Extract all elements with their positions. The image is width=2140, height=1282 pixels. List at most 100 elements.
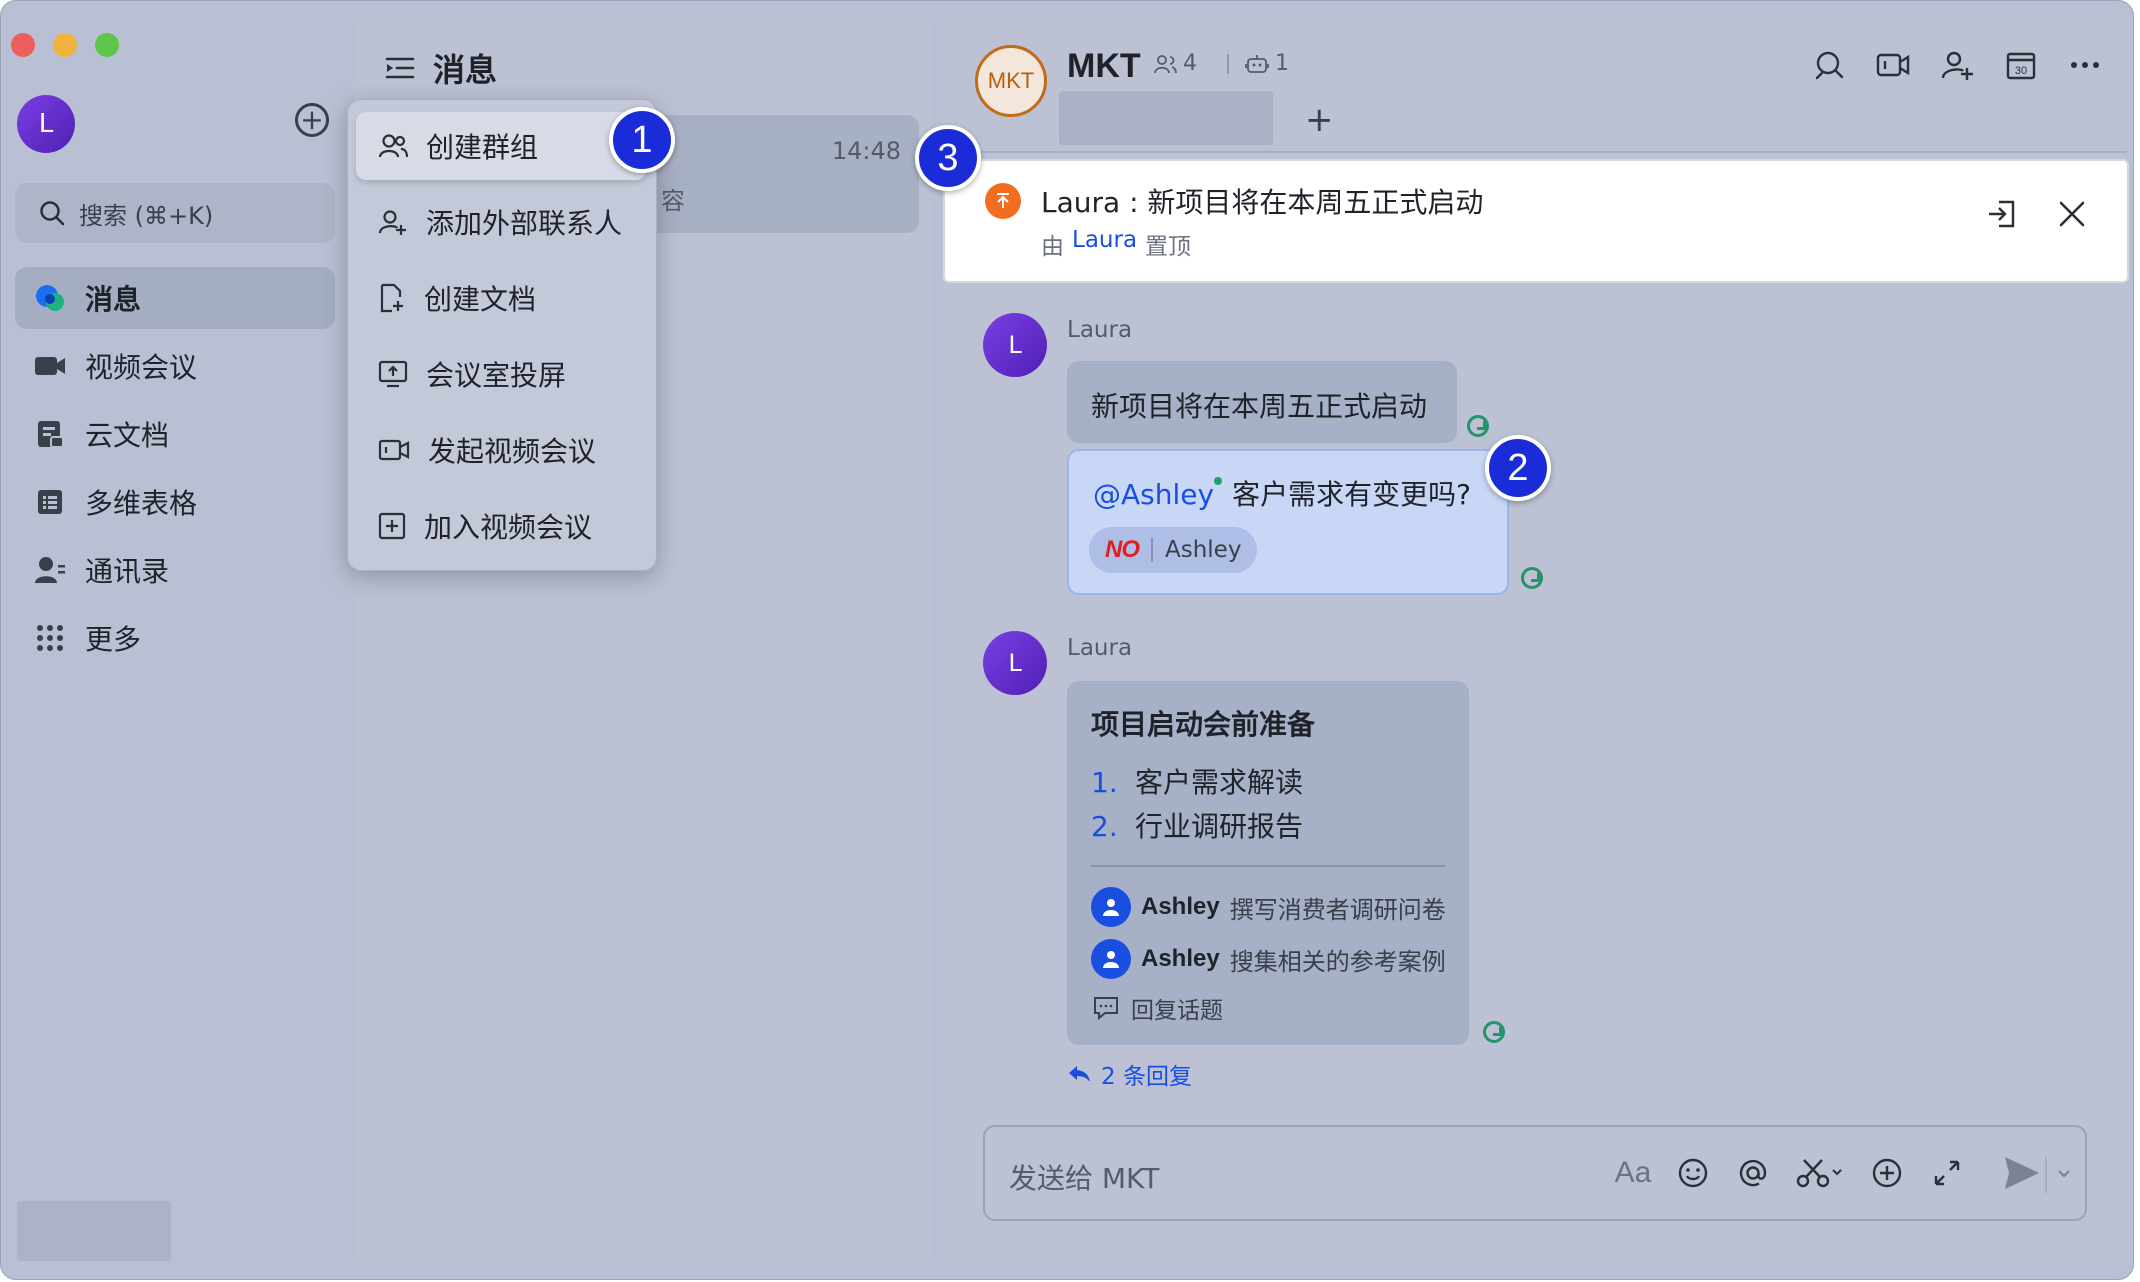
add-member-icon [1941, 51, 1973, 80]
create-group-icon [378, 134, 408, 158]
calendar-button[interactable]: 30 [2003, 47, 2039, 83]
sidebar-item-contacts[interactable]: 通讯录 [15, 539, 335, 601]
card-divider [1091, 865, 1445, 867]
list-item: 2. 行业调研报告 [1091, 805, 1303, 849]
app-window: L + 搜索 (⌘+K) 消息 视频会议 云文档 多维表格 通讯录 更多 消息 … [0, 0, 2134, 1280]
reply-topic-label: 回复话题 [1131, 998, 1223, 1024]
chat-list-title: 消息 [433, 51, 498, 89]
video-call-button[interactable] [1875, 47, 1911, 83]
reply-topic-button[interactable]: 回复话题 [1093, 991, 1223, 1025]
add-member-button[interactable] [1939, 47, 1975, 83]
emoji-icon [1678, 1158, 1708, 1188]
start-video-meeting-icon [378, 439, 410, 461]
video-meeting-icon [33, 349, 67, 383]
message-text: 客户需求有变更吗? [1232, 478, 1471, 511]
add-attachment-button[interactable] [1869, 1153, 1905, 1193]
close-icon[interactable] [2057, 199, 2087, 229]
chat-header-actions: 30 [1811, 47, 2103, 83]
pinned-by-user[interactable]: Laura [1072, 227, 1137, 261]
create-plus-button[interactable]: + [295, 103, 329, 137]
reaction-separator [1151, 538, 1153, 562]
members-count[interactable]: 4 [1153, 51, 1197, 76]
menu-item-label: 添加外部联系人 [426, 207, 623, 240]
sidebar-item-video-meeting[interactable]: 视频会议 [15, 335, 335, 397]
bots-count-text: 1 [1275, 51, 1289, 76]
add-tab-button[interactable]: + [1305, 103, 1334, 137]
sidebar-item-messages[interactable]: 消息 [15, 267, 335, 329]
reaction-chip[interactable]: NO Ashley [1089, 527, 1258, 573]
format-text-button[interactable]: Aa [1615, 1153, 1652, 1193]
collapse-sidebar-icon[interactable] [385, 55, 415, 81]
bots-count[interactable]: 1 [1227, 51, 1289, 76]
messages-icon [33, 281, 67, 315]
menu-item-label: 创建文档 [424, 283, 537, 316]
menu-item-create-doc[interactable]: 创建文档 [356, 264, 646, 332]
scissors-icon [1796, 1159, 1842, 1188]
mention-button[interactable] [1735, 1153, 1771, 1193]
more-options-button[interactable] [2067, 47, 2103, 83]
message-composer[interactable]: 发送给 MKT Aa [983, 1125, 2087, 1221]
message-bubble[interactable]: 新项目将在本周五正式启动 [1067, 361, 1457, 443]
search-input[interactable]: 搜索 (⌘+K) [15, 183, 335, 243]
message-text: 新项目将在本周五正式启动 [1091, 390, 1428, 423]
close-window-button[interactable] [11, 33, 35, 57]
task-card[interactable]: 项目启动会前准备 1. 客户需求解读 2. 行业调研报告 Ashley 撰写消费者调… [1067, 681, 1469, 1045]
chat-title[interactable]: MKT [1067, 47, 1141, 86]
send-options-caret[interactable] [2057, 1163, 2071, 1184]
menu-item-room-screencast[interactable]: 会议室投屏 [356, 340, 646, 408]
card-list: 1. 客户需求解读 2. 行业调研报告 [1091, 761, 1303, 849]
chat-list-header: 消息 [385, 45, 497, 91]
jump-to-message-icon[interactable] [1985, 199, 2017, 229]
emoji-button[interactable] [1675, 1153, 1711, 1193]
replies-count: 2 条回复 [1101, 1064, 1192, 1090]
card-title: 项目启动会前准备 [1091, 708, 1316, 741]
search-chat-button[interactable] [1811, 47, 1847, 83]
menu-item-join-video-meeting[interactable]: 加入视频会议 [356, 492, 646, 560]
online-status-dot [1214, 477, 1223, 485]
task-row[interactable]: Ashley 撰写消费者调研问卷 [1091, 887, 1446, 927]
group-avatar[interactable]: MKT [975, 45, 1047, 117]
menu-item-add-external-contact[interactable]: 添加外部联系人 [356, 188, 646, 256]
cloud-docs-icon [33, 417, 67, 451]
message-bubble-highlighted[interactable]: @Ashley 客户需求有变更吗? NO Ashley [1067, 449, 1509, 595]
list-item: 1. 客户需求解读 [1091, 761, 1303, 805]
task-assignee: Ashley [1141, 945, 1220, 972]
maximize-window-button[interactable] [95, 33, 119, 57]
menu-item-start-video-meeting[interactable]: 发起视频会议 [356, 416, 646, 484]
sidebar-item-base-table[interactable]: 多维表格 [15, 471, 335, 533]
send-separator [2045, 1157, 2047, 1193]
step-badge-2: 2 [1485, 435, 1551, 501]
expand-composer-button[interactable] [1929, 1153, 1965, 1193]
sidebar-nav: 消息 视频会议 云文档 多维表格 通讯录 更多 [15, 267, 335, 675]
menu-item-label: 发起视频会议 [428, 435, 597, 468]
search-chat-icon [1815, 51, 1844, 80]
search-icon [40, 201, 65, 226]
no-emoji-icon: NO [1105, 536, 1140, 563]
search-placeholder: 搜索 (⌘+K) [79, 201, 214, 230]
user-avatar[interactable]: L [17, 95, 75, 153]
task-description: 撰写消费者调研问卷 [1229, 895, 1446, 924]
sender-avatar[interactable]: L [983, 631, 1047, 695]
sidebar-item-label: 多维表格 [85, 487, 198, 520]
members-icon [1154, 54, 1177, 73]
task-row[interactable]: Ashley 搜集相关的参考案例 [1091, 939, 1446, 979]
sidebar-item-cloud-docs[interactable]: 云文档 [15, 403, 335, 465]
sender-name: Laura [1067, 635, 1133, 661]
screenshot-button[interactable] [1795, 1153, 1845, 1193]
thread-replies-link[interactable]: 2 条回复 [1067, 1057, 1192, 1091]
pinned-message-bar[interactable]: Laura : 新项目将在本周五正式启动 由 Laura 置顶 [943, 159, 2129, 283]
more-horizontal-icon [2071, 62, 2099, 68]
mention-link[interactable]: @Ashley [1093, 478, 1214, 511]
sidebar-item-label: 更多 [85, 623, 142, 656]
create-doc-icon [380, 283, 403, 313]
menu-item-create-group[interactable]: 创建群组 [356, 112, 646, 180]
minimize-window-button[interactable] [53, 33, 77, 57]
sender-avatar[interactable]: L [983, 313, 1047, 377]
pinned-by-prefix: 由 [1041, 234, 1064, 260]
composer-placeholder: 发送给 MKT [1009, 1162, 1160, 1195]
join-video-meeting-icon [378, 512, 406, 540]
comment-icon [1094, 997, 1118, 1020]
chat-tab[interactable] [1059, 91, 1273, 145]
send-button[interactable] [2003, 1155, 2041, 1195]
sidebar-item-more[interactable]: 更多 [15, 607, 335, 669]
